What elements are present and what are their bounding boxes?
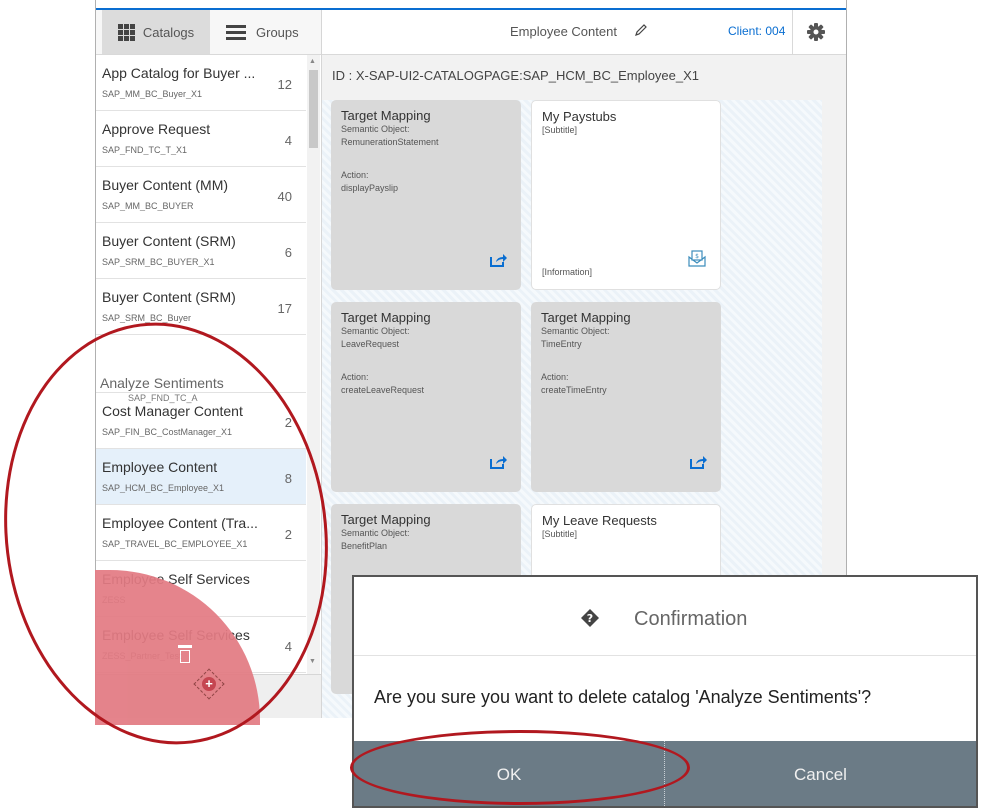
client-label[interactable]: Client: 004 (728, 24, 785, 38)
catalog-id: SAP_SRM_BC_BUYER_X1 (102, 257, 215, 267)
catalog-count: 6 (284, 245, 292, 260)
tile-so-value: LeaveRequest (341, 339, 400, 349)
catalog-title: App Catalog for Buyer ... (102, 65, 256, 81)
annotation-ellipse-ok (350, 730, 690, 805)
app-tile[interactable]: My Paystubs [Subtitle] $ [Information] (531, 100, 721, 290)
tile-subtitle: [Subtitle] (542, 529, 578, 539)
tile-title: My Leave Requests (542, 513, 657, 528)
tile-action-label: Action: (341, 170, 369, 180)
page-title: Employee Content (510, 24, 617, 39)
grid-icon (117, 23, 135, 41)
tab-groups-label: Groups (256, 24, 299, 40)
tile-title: Target Mapping (541, 310, 631, 325)
tile-so-label: Semantic Object: (341, 326, 410, 336)
catalog-count: 12 (277, 77, 292, 92)
tile-title: Target Mapping (341, 108, 431, 123)
sidebar-scroll-thumb[interactable] (309, 70, 318, 148)
header-divider (792, 10, 793, 54)
catalog-id: SAP_FND_TC_T_X1 (102, 145, 188, 155)
target-mapping-tile[interactable]: Target Mapping Semantic Object: TimeEntr… (531, 302, 721, 492)
scroll-up-arrow-icon[interactable]: ▲ (309, 58, 316, 65)
navigate-icon (690, 456, 707, 469)
target-mapping-tile[interactable]: Target Mapping Semantic Object: Remunera… (331, 100, 521, 290)
catalog-item[interactable]: Buyer Content (MM) SAP_MM_BC_BUYER 40 (96, 167, 306, 223)
tile-action-label: Action: (541, 372, 569, 382)
content-header: Employee Content Client: 004 (322, 10, 846, 55)
tile-so-label: Semantic Object: (341, 528, 410, 538)
catalog-title: Buyer Content (SRM) (102, 233, 236, 249)
catalog-id-label: ID : X-SAP-UI2-CATALOGPAGE:SAP_HCM_BC_Em… (332, 68, 700, 83)
cancel-button[interactable]: Cancel (665, 741, 976, 806)
question-icon: ? (581, 609, 599, 627)
tab-groups[interactable]: Groups (226, 10, 316, 54)
catalog-id: SAP_SRM_BC_Buyer (102, 313, 192, 323)
scroll-down-arrow-icon[interactable]: ▼ (309, 658, 316, 665)
tile-subtitle: [Subtitle] (542, 125, 578, 135)
tile-action-value: displayPayslip (341, 183, 399, 193)
tile-title: Target Mapping (341, 512, 431, 527)
tab-catalogs[interactable]: Catalogs (102, 10, 210, 54)
dialog-title: Confirmation (634, 608, 748, 630)
tile-action-label: Action: (341, 372, 369, 382)
catalog-id: SAP_MM_BC_BUYER (102, 201, 194, 211)
tile-action-value: createTimeEntry (541, 385, 607, 395)
tile-title: Target Mapping (341, 310, 431, 325)
catalog-item[interactable]: Buyer Content (SRM) SAP_SRM_BC_BUYER_X1 … (96, 223, 306, 279)
sidebar-tabs: Catalogs Groups (96, 10, 321, 55)
tile-so-label: Semantic Object: (341, 124, 410, 134)
catalog-count: 17 (277, 301, 292, 316)
svg-text:$: $ (695, 253, 699, 260)
menu-icon (226, 22, 246, 43)
gear-icon[interactable] (806, 22, 826, 42)
dialog-header: ? Confirmation (354, 577, 976, 656)
tile-so-value: RemunerationStatement (341, 137, 439, 147)
catalog-count: 4 (284, 133, 292, 148)
catalog-title: Buyer Content (SRM) (102, 289, 236, 305)
tile-so-value: BenefitPlan (341, 541, 388, 551)
navigate-icon (490, 254, 507, 267)
target-mapping-tile[interactable]: Target Mapping Semantic Object: LeaveReq… (331, 302, 521, 492)
tile-action-value: createLeaveRequest (341, 385, 425, 395)
catalog-count: 40 (277, 189, 292, 204)
dialog-message: Are you sure you want to delete catalog … (374, 687, 872, 707)
pencil-icon[interactable] (634, 23, 648, 37)
tab-catalogs-label: Catalogs (142, 24, 195, 40)
tile-so-label: Semantic Object: (541, 326, 610, 336)
navigate-icon (490, 456, 507, 469)
catalog-item[interactable]: Approve Request SAP_FND_TC_T_X1 4 (96, 111, 306, 167)
tile-so-value: TimeEntry (541, 339, 582, 349)
tile-info: [Information] (542, 267, 593, 277)
paystub-icon: $ (688, 250, 706, 267)
svg-text:?: ? (587, 612, 593, 625)
catalog-title: Buyer Content (MM) (102, 177, 229, 193)
catalog-item[interactable]: App Catalog for Buyer ... SAP_MM_BC_Buye… (96, 55, 306, 111)
tile-title: My Paystubs (542, 109, 617, 124)
catalog-id: SAP_MM_BC_Buyer_X1 (102, 89, 203, 99)
catalog-title: Approve Request (102, 121, 211, 137)
